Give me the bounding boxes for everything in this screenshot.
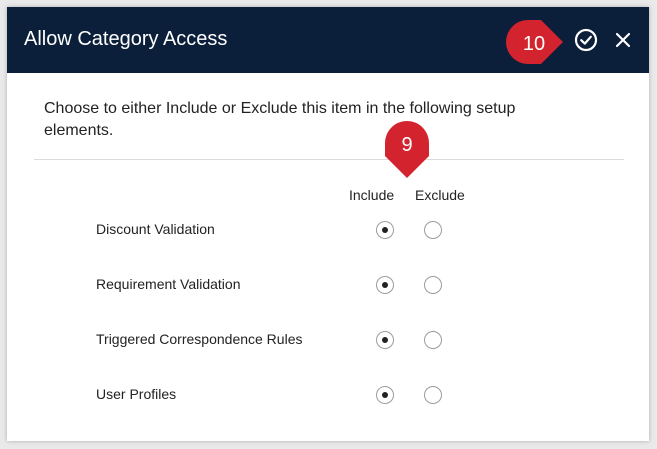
requirement-validation-exclude-radio[interactable] bbox=[424, 276, 442, 294]
allow-category-access-dialog: Allow Category Access Choose to either I… bbox=[7, 7, 649, 441]
row-label-triggered-correspondence-rules: Triggered Correspondence Rules bbox=[96, 331, 303, 347]
requirement-validation-include-radio[interactable] bbox=[376, 276, 394, 294]
triggered-correspondence-rules-exclude-radio[interactable] bbox=[424, 331, 442, 349]
divider bbox=[34, 159, 624, 160]
exclude-column-header: Exclude bbox=[415, 187, 465, 203]
triggered-correspondence-rules-include-radio[interactable] bbox=[376, 331, 394, 349]
user-profiles-exclude-radio[interactable] bbox=[424, 386, 442, 404]
check-circle-icon[interactable] bbox=[573, 27, 599, 53]
dialog-header: Allow Category Access bbox=[7, 7, 649, 73]
include-column-header: Include bbox=[349, 187, 395, 203]
row-label-requirement-validation: Requirement Validation bbox=[96, 276, 241, 292]
close-icon[interactable] bbox=[612, 29, 634, 51]
row-label-discount-validation: Discount Validation bbox=[96, 221, 215, 237]
dialog-title: Allow Category Access bbox=[24, 28, 228, 50]
user-profiles-include-radio[interactable] bbox=[376, 386, 394, 404]
row-label-user-profiles: User Profiles bbox=[96, 386, 177, 402]
discount-validation-include-radio[interactable] bbox=[376, 221, 394, 239]
discount-validation-exclude-radio[interactable] bbox=[424, 221, 442, 239]
intro-text: Choose to either Include or Exclude this… bbox=[44, 100, 516, 139]
